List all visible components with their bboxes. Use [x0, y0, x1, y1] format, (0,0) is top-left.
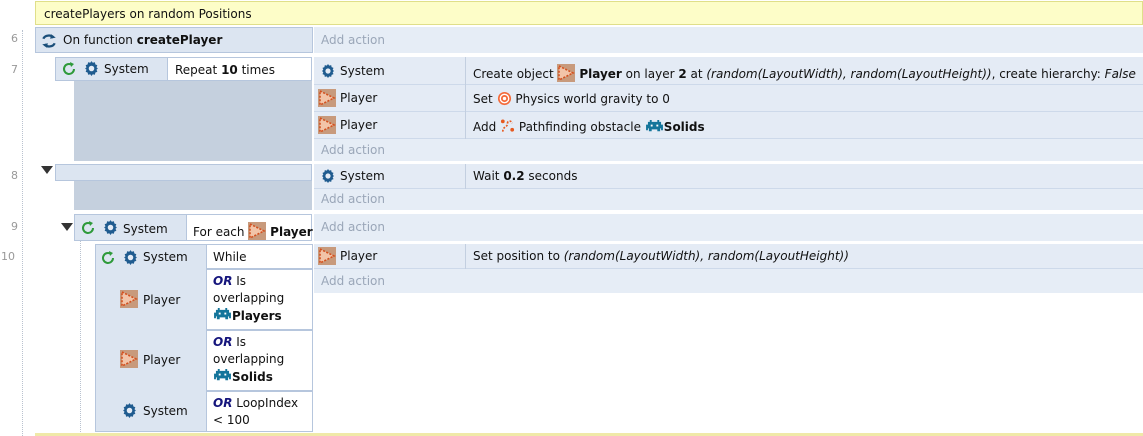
line-number-10: 10 [1, 250, 15, 263]
player-sprite-icon [318, 247, 336, 265]
repeat-loop-icon [61, 61, 77, 77]
physics-icon [497, 91, 512, 106]
pathfinding-icon [500, 118, 515, 134]
collapse-arrow-row9[interactable] [61, 223, 73, 231]
action-object-player: Player [340, 118, 378, 132]
line-number-7: 7 [11, 63, 18, 76]
add-action-row10[interactable]: Add action [321, 274, 385, 288]
condition-overlap-players-text: OR Is overlapping Players [213, 274, 285, 323]
player-sprite-icon [318, 116, 336, 134]
system-gear-icon [320, 168, 336, 184]
system-gear-icon [122, 249, 139, 266]
empty-condition-area-row7 [74, 81, 312, 161]
function-header-label: On function createPlayer [63, 33, 223, 47]
action-object-system: System [340, 169, 385, 183]
condition-overlap-solids-text: OR Is overlapping Solids [213, 335, 285, 384]
system-gear-icon [121, 402, 138, 419]
for-each-loop-icon [80, 220, 96, 236]
action-object-system: System [340, 64, 385, 78]
condition-overlap-players-cell[interactable]: OR Is overlapping Players [206, 269, 313, 330]
condition-object-system: System [143, 250, 188, 264]
action-area-row9: Add action [314, 214, 1143, 241]
tree-line-root [22, 30, 23, 436]
while-loop-icon [100, 250, 116, 266]
player-sprite-icon [120, 290, 138, 308]
line-number-6: 6 [11, 32, 18, 45]
condition-object-system: System [104, 62, 149, 76]
system-gear-icon [102, 219, 119, 236]
add-action-row6[interactable]: Add action [321, 33, 385, 47]
condition-for-each-text: For each Player [193, 222, 313, 240]
player-sprite-icon [248, 222, 266, 240]
function-block-row6[interactable]: On function createPlayer [35, 27, 313, 53]
action-add-obstacle-text: Add Pathfinding obstacle Solids [473, 118, 705, 134]
empty-condition-area-row8 [74, 181, 312, 210]
condition-for-each-cell[interactable]: For each Player [186, 214, 313, 241]
condition-repeat-text: Repeat 10 times [175, 63, 275, 77]
system-gear-icon [83, 60, 100, 77]
action-area-row8-add: Add action [314, 189, 1143, 210]
action-create-object-text: Create object Player on layer 2 at (rand… [473, 64, 1136, 82]
collapse-arrow-row8[interactable] [41, 166, 53, 174]
condition-object-player: Player [143, 353, 181, 367]
condition-loopindex-cell[interactable]: OR LoopIndex < 100 [206, 391, 313, 432]
action-set-gravity-text: Set Physics world gravity to 0 [473, 91, 670, 106]
action-object-player: Player [340, 249, 378, 263]
condition-repeat-cell[interactable]: Repeat 10 times [167, 57, 312, 81]
condition-while-text: While [213, 250, 247, 264]
solids-invader-icon [645, 119, 664, 134]
function-icon [40, 32, 58, 50]
action-area-row7-add: Add action [314, 139, 1143, 161]
condition-object-system: System [123, 222, 168, 236]
line-number-8: 8 [11, 169, 18, 182]
action-row7-2[interactable]: Player Set Physics world gravity to 0 [314, 85, 1143, 112]
condition-while-cell[interactable]: While [206, 244, 313, 269]
action-wait-text: Wait 0.2 seconds [473, 169, 578, 183]
condition-object-system: System [143, 404, 188, 418]
action-row7-1[interactable]: System Create object Player on layer 2 a… [314, 57, 1143, 85]
event-comment[interactable]: createPlayers on random Positions [35, 1, 1143, 25]
condition-object-player: Player [143, 293, 181, 307]
tree-line-row9 [80, 236, 81, 432]
player-sprite-icon [557, 64, 575, 82]
action-set-position-text: Set position to (random(LayoutWidth), ra… [473, 249, 849, 263]
action-area-row6: Add action [314, 27, 1143, 53]
system-gear-icon [320, 63, 336, 79]
comment-text: createPlayers on random Positions [44, 7, 252, 21]
player-sprite-icon [120, 350, 138, 368]
action-row8-1[interactable]: System Wait 0.2 seconds [314, 164, 1143, 189]
add-action-row7[interactable]: Add action [321, 143, 385, 157]
condition-block-row8[interactable] [55, 164, 312, 181]
add-action-row9[interactable]: Add action [321, 220, 385, 234]
action-area-row10-add: Add action [314, 269, 1143, 293]
add-action-row8[interactable]: Add action [321, 192, 385, 206]
action-object-player: Player [340, 91, 378, 105]
condition-overlap-solids-cell[interactable]: OR Is overlapping Solids [206, 330, 313, 391]
line-number-9: 9 [11, 220, 18, 233]
players-invader-icon [213, 307, 232, 322]
solids-invader-icon [213, 368, 232, 383]
action-row7-3[interactable]: Player Add Pathfinding obstacle Solids [314, 112, 1143, 139]
player-sprite-icon [318, 89, 336, 107]
action-row10-1[interactable]: Player Set position to (random(LayoutWid… [314, 244, 1143, 269]
condition-loopindex-text: OR LoopIndex < 100 [213, 396, 299, 427]
